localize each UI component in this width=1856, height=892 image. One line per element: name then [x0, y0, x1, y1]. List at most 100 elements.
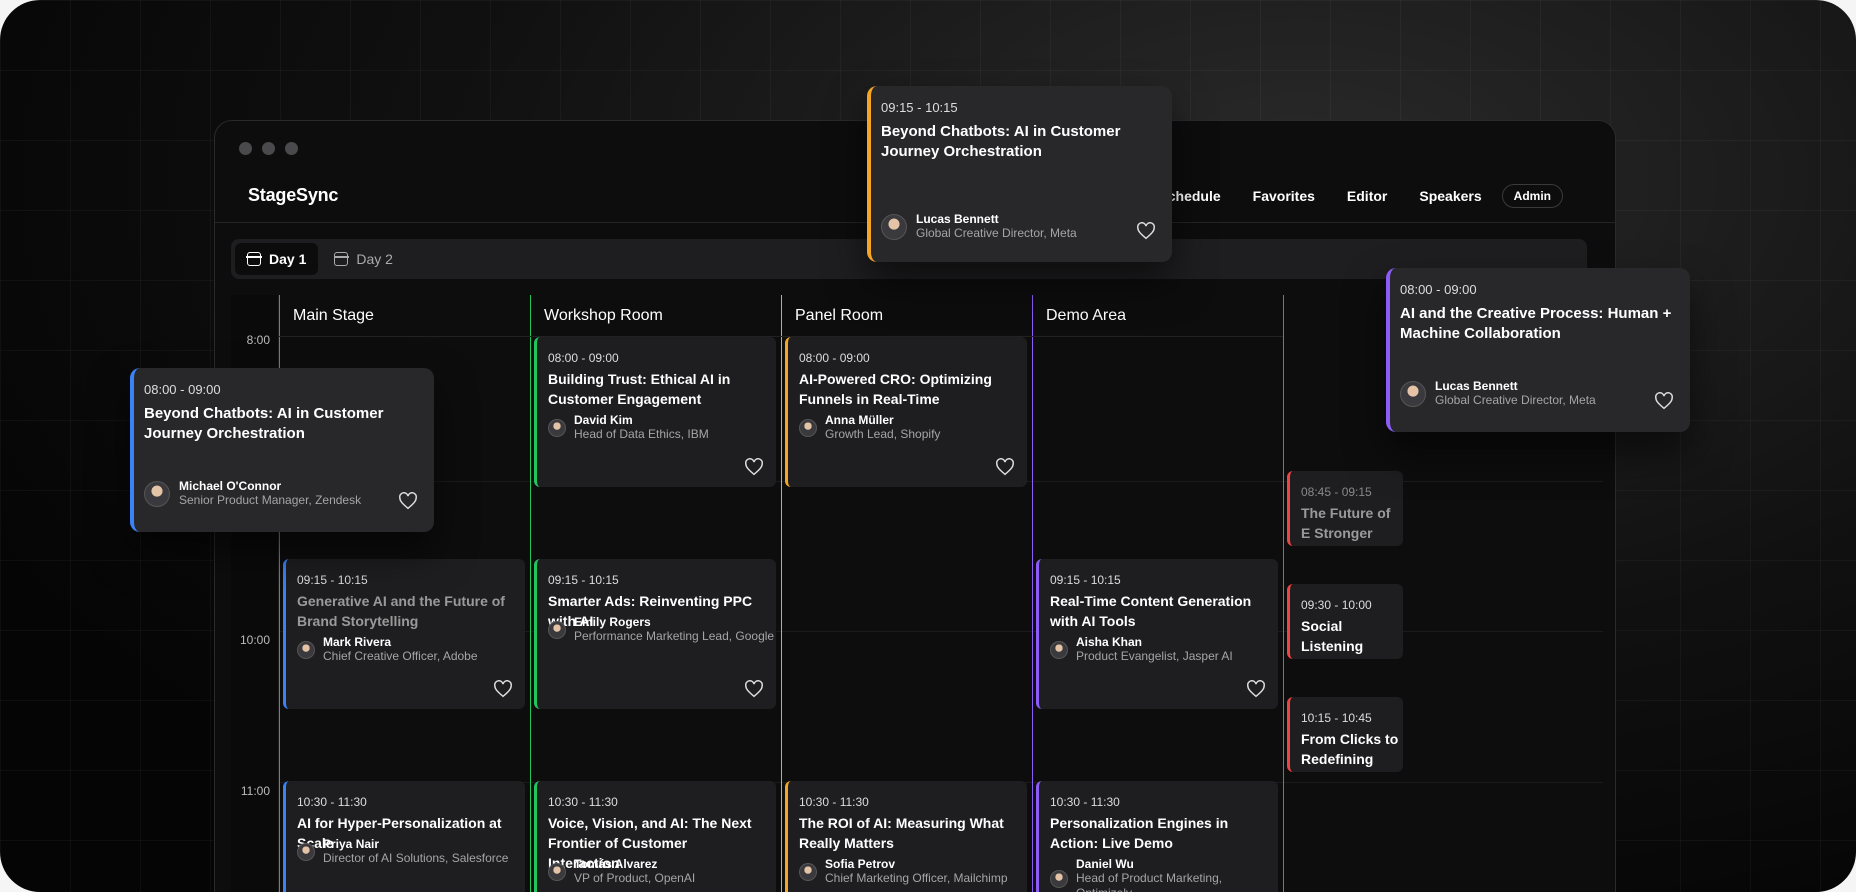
session-card[interactable]: 09:15 - 10:15 Generative AI and the Futu… — [283, 559, 525, 709]
heart-icon[interactable] — [744, 680, 764, 698]
speaker: Mark Rivera Chief Creative Officer, Adobe — [297, 635, 478, 664]
avatar — [881, 213, 907, 240]
column-header-main-stage: Main Stage — [279, 295, 530, 337]
nav-speakers[interactable]: Speakers — [1419, 188, 1481, 204]
session-time: 08:00 - 09:00 — [144, 382, 221, 397]
avatar — [799, 418, 817, 437]
speaker-role: Growth Lead, Shopify — [825, 427, 941, 441]
admin-badge-button[interactable]: Admin — [1501, 184, 1563, 208]
speaker-name: Lucas Bennett — [916, 212, 999, 226]
session-card[interactable]: 09:15 - 10:15 Real-Time Content Generati… — [1036, 559, 1278, 709]
speaker-name: Daniel Wu — [1076, 857, 1134, 871]
avatar — [1050, 640, 1068, 659]
speaker-role: Chief Creative Officer, Adobe — [323, 649, 478, 663]
speaker-role: Director of AI Solutions, Salesforce — [323, 851, 509, 865]
session-card[interactable]: 08:00 - 09:00 Building Trust: Ethical AI… — [534, 337, 776, 487]
session-time: 08:00 - 09:00 — [799, 351, 870, 365]
session-card-partial[interactable]: 09:30 - 10:00 Social Listening Signals — [1287, 584, 1403, 659]
speaker: Priya Nair Director of AI Solutions, Sale… — [297, 837, 508, 866]
tab-day-1[interactable]: Day 1 — [235, 243, 319, 275]
speaker-name: Michael O'Connor — [179, 479, 282, 493]
column-header-workshop-room: Workshop Room — [530, 295, 781, 337]
background-frame: StageSync Schedule Favorites Editor Spea… — [0, 0, 1856, 892]
session-time: 09:15 - 10:15 — [297, 573, 368, 587]
speaker-role: Global Creative Director, Meta — [916, 226, 1077, 240]
time-label: 11:00 — [240, 784, 270, 798]
nav-favorites[interactable]: Favorites — [1253, 188, 1315, 204]
speaker-name: Lucas Bennett — [1435, 379, 1518, 393]
column-line-workshop — [530, 295, 531, 892]
speaker-name: Emily Rogers — [574, 615, 651, 629]
speaker-role: Chief Marketing Officer, Mailchimp — [825, 871, 1008, 885]
session-card-partial[interactable]: 08:45 - 09:15 The Future of E Stronger — [1287, 471, 1403, 546]
session-title: Beyond Chatbots: AI in Customer Journey … — [144, 405, 384, 442]
speaker: Tomás Alvarez VP of Product, OpenAI — [548, 857, 695, 886]
heart-icon[interactable] — [493, 680, 513, 698]
avatar — [548, 620, 566, 639]
nav-editor[interactable]: Editor — [1347, 188, 1387, 204]
session-title: Building Trust: Ethical AI in Customer E… — [548, 371, 731, 407]
session-time: 08:45 - 09:15 — [1301, 485, 1372, 499]
window-dot[interactable] — [262, 142, 275, 155]
floating-session-card[interactable]: 09:15 - 10:15 Beyond Chatbots: AI in Cus… — [867, 86, 1172, 262]
calendar-icon — [333, 252, 349, 266]
session-card[interactable]: 10:30 - 11:30 AI for Hyper-Personalizati… — [283, 781, 525, 892]
floating-session-card[interactable]: 08:00 - 09:00 Beyond Chatbots: AI in Cus… — [130, 368, 434, 532]
session-card-partial[interactable]: 10:15 - 10:45 From Clicks to Redefining … — [1287, 697, 1403, 772]
speaker: Lucas Bennett Global Creative Director, M… — [1400, 379, 1596, 408]
heart-icon[interactable] — [398, 492, 418, 510]
window-controls — [239, 142, 298, 155]
heart-icon[interactable] — [995, 458, 1015, 476]
session-card[interactable]: 09:15 - 10:15 Smarter Ads: Reinventing P… — [534, 559, 776, 709]
session-title: Personalization Engines in Action: Live … — [1050, 815, 1229, 851]
avatar — [144, 480, 170, 507]
window-dot[interactable] — [285, 142, 298, 155]
session-time: 10:30 - 11:30 — [799, 795, 869, 809]
session-time: 09:15 - 10:15 — [881, 100, 958, 115]
speaker-role: Global Creative Director, Meta — [1435, 393, 1596, 407]
session-title: Real-Time Content Generation with AI Too… — [1050, 593, 1252, 629]
speaker-name: Priya Nair — [323, 837, 380, 851]
heart-icon[interactable] — [1654, 392, 1674, 410]
session-title: The ROI of AI: Measuring What Really Mat… — [799, 815, 1004, 851]
speaker-name: Tomás Alvarez — [574, 857, 658, 871]
speaker-name: Anna Müller — [825, 413, 894, 427]
heart-icon[interactable] — [1136, 222, 1156, 240]
speaker: Lucas Bennett Global Creative Director, M… — [881, 212, 1077, 241]
speaker: Daniel WuHead of Product Marketing, Opti… — [1050, 857, 1278, 892]
speaker: David Kim Head of Data Ethics, IBM — [548, 413, 709, 442]
avatar — [297, 640, 315, 659]
session-card[interactable]: 10:30 - 11:30 The ROI of AI: Measuring W… — [785, 781, 1027, 892]
session-title: Generative AI and the Future of Brand St… — [297, 593, 505, 629]
heart-icon[interactable] — [1246, 680, 1266, 698]
app-brand: StageSync — [248, 185, 339, 205]
column-header-label: Demo Area — [1046, 306, 1127, 324]
top-nav: Schedule Favorites Editor Speakers Admin — [1158, 184, 1563, 208]
speaker: Anna Müller Growth Lead, Shopify — [799, 413, 940, 442]
session-time: 10:30 - 11:30 — [548, 795, 618, 809]
tab-day-2[interactable]: Day 2 — [322, 243, 405, 275]
speaker-name: Aisha Khan — [1076, 635, 1143, 649]
calendar-icon — [246, 252, 262, 266]
session-title: The Future of E Stronger — [1301, 505, 1391, 541]
session-time: 10:30 - 11:30 — [297, 795, 367, 809]
avatar — [548, 418, 566, 437]
session-time: 10:15 - 10:45 — [1301, 711, 1372, 725]
floating-session-card[interactable]: 08:00 - 09:00 AI and the Creative Proces… — [1386, 268, 1690, 432]
speaker-role: Product Evangelist, Jasper AI — [1076, 649, 1233, 663]
time-label: 10:00 — [239, 633, 270, 647]
session-card[interactable]: 10:30 - 11:30 Voice, Vision, and AI: The… — [534, 781, 776, 892]
session-card[interactable]: 10:30 - 11:30 Personalization Engines in… — [1036, 781, 1278, 892]
speaker-role: Head of Data Ethics, IBM — [574, 427, 709, 441]
tab-label: Day 1 — [269, 251, 307, 267]
session-title: AI and the Creative Process: Human + Mac… — [1400, 305, 1672, 342]
column-line-demo — [1032, 295, 1033, 892]
time-label: 8:00 — [246, 333, 270, 347]
heart-icon[interactable] — [744, 458, 764, 476]
session-title: AI-Powered CRO: Optimizing Funnels in Re… — [799, 371, 992, 407]
avatar — [1400, 380, 1426, 407]
speaker-role: Senior Product Manager, Zendesk — [179, 493, 362, 507]
window-dot[interactable] — [239, 142, 252, 155]
speaker: Emily Rogers Performance Marketing Lead, … — [548, 615, 774, 644]
session-card[interactable]: 08:00 - 09:00 AI-Powered CRO: Optimizing… — [785, 337, 1027, 487]
